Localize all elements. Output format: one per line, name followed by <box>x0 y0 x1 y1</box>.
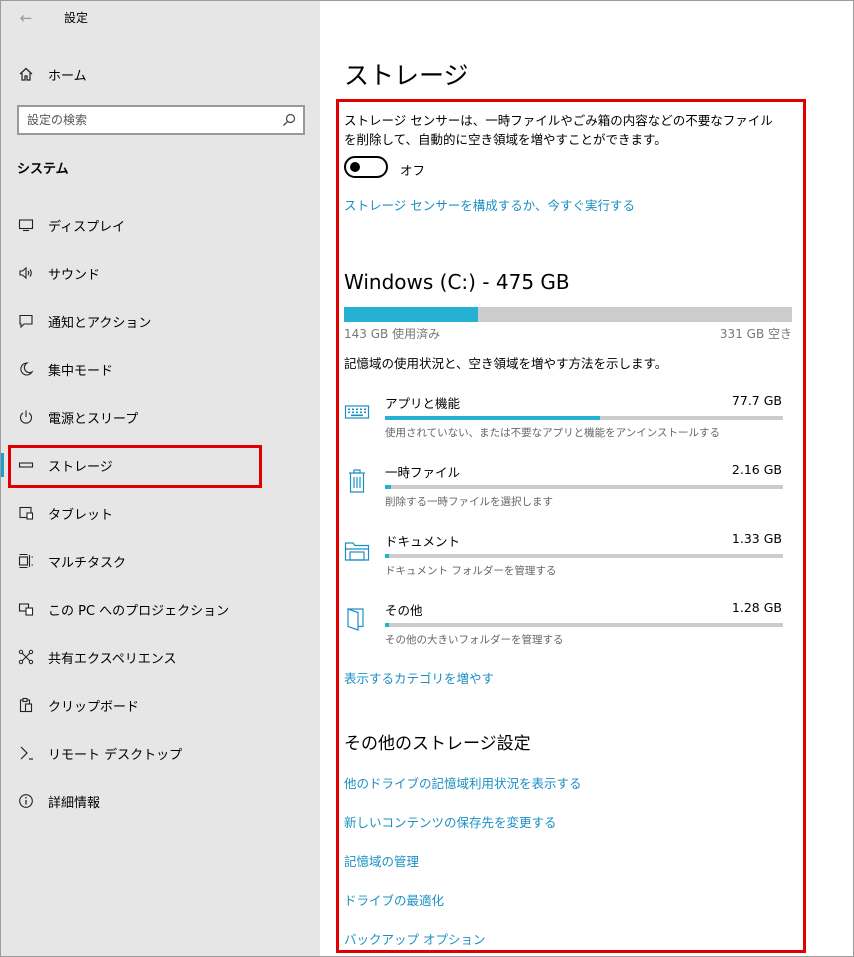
app-title: 設定 <box>64 11 89 25</box>
highlight-frame-sidebar <box>8 445 262 488</box>
search-input[interactable] <box>27 111 267 129</box>
sidebar-item-label: 電源とスリープ <box>48 412 139 427</box>
sidebar-item-sound[interactable]: サウンド <box>0 255 320 291</box>
sidebar-item-shared-experiences[interactable]: 共有エクスペリエンス <box>0 639 320 675</box>
page-title: ストレージ <box>344 61 469 90</box>
title-bar: ← 設定 <box>0 0 320 36</box>
sidebar-item-remote-desktop[interactable]: リモート デスクトップ <box>0 735 320 771</box>
tablet-icon <box>16 503 36 523</box>
search-box[interactable] <box>17 105 305 135</box>
sidebar-item-display[interactable]: ディスプレイ <box>0 207 320 243</box>
sidebar-item-label: タブレット <box>48 508 114 523</box>
sidebar: ← 設定 ホーム システム ディスプレイ サウンド 通知とアクション 集中モード… <box>0 0 320 957</box>
sidebar-item-label: リモート デスクトップ <box>48 748 183 763</box>
remote-desktop-icon <box>16 743 36 763</box>
sidebar-item-label: クリップボード <box>48 700 140 715</box>
sidebar-item-label: 共有エクスペリエンス <box>48 652 177 667</box>
multitask-icon <box>16 551 36 571</box>
notification-icon <box>16 311 36 331</box>
nav-home[interactable]: ホーム <box>0 60 320 88</box>
projection-icon <box>16 599 36 619</box>
selection-indicator <box>0 453 4 477</box>
display-icon <box>16 215 36 235</box>
sidebar-item-label: 集中モード <box>48 364 114 379</box>
sound-icon <box>16 263 36 283</box>
sidebar-item-about[interactable]: 詳細情報 <box>0 783 320 819</box>
sidebar-item-label: サウンド <box>48 268 101 283</box>
home-icon <box>16 64 36 84</box>
clipboard-icon <box>16 695 36 715</box>
sidebar-item-multitask[interactable]: マルチタスク <box>0 543 320 579</box>
home-label: ホーム <box>48 69 87 84</box>
moon-icon <box>16 359 36 379</box>
sidebar-item-power[interactable]: 電源とスリープ <box>0 399 320 435</box>
section-title-system: システム <box>17 162 69 177</box>
back-arrow-icon[interactable]: ← <box>16 8 36 28</box>
info-icon <box>16 791 36 811</box>
sidebar-item-label: ディスプレイ <box>48 220 126 235</box>
sidebar-item-label: 通知とアクション <box>48 316 152 331</box>
share-icon <box>16 647 36 667</box>
sidebar-item-focus-mode[interactable]: 集中モード <box>0 351 320 387</box>
sidebar-item-label: この PC へのプロジェクション <box>48 604 230 619</box>
sidebar-item-label: マルチタスク <box>48 556 127 571</box>
power-icon <box>16 407 36 427</box>
sidebar-item-notifications[interactable]: 通知とアクション <box>0 303 320 339</box>
sidebar-item-projection[interactable]: この PC へのプロジェクション <box>0 591 320 627</box>
highlight-frame-main <box>336 99 806 953</box>
search-icon[interactable] <box>281 112 297 128</box>
sidebar-item-label: 詳細情報 <box>48 796 101 811</box>
sidebar-item-tablet[interactable]: タブレット <box>0 495 320 531</box>
sidebar-item-clipboard[interactable]: クリップボード <box>0 687 320 723</box>
